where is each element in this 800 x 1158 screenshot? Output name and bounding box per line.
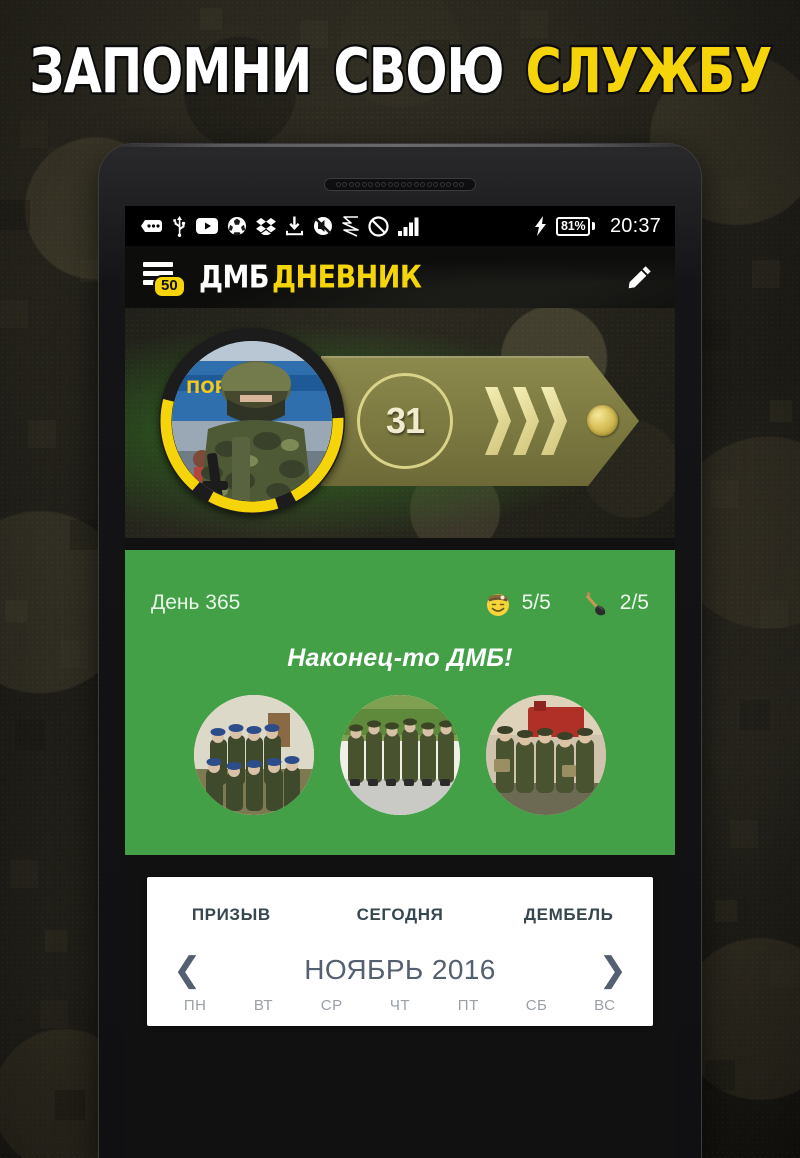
rank-chevron-1 xyxy=(485,387,511,455)
status-bar: 81% 20:37 xyxy=(125,206,675,246)
battery-nub xyxy=(592,222,595,230)
mute-icon xyxy=(313,216,333,236)
charging-bolt-icon xyxy=(535,216,547,236)
tab-prizyv[interactable]: ПРИЗЫВ xyxy=(147,895,316,931)
day-photo-gallery xyxy=(125,681,675,855)
do-not-disturb-icon xyxy=(368,215,389,237)
day-photo-2[interactable] xyxy=(340,695,460,815)
hamburger-menu-button[interactable]: 50 xyxy=(141,255,187,299)
day-summary-card[interactable]: День 365 5/5 2/5 Наконец-то ДМБ! xyxy=(125,550,675,855)
work-value: 2/5 xyxy=(619,591,649,614)
dropbox-icon xyxy=(256,217,276,235)
weekday-tue: ВТ xyxy=(253,997,273,1014)
youtube-icon xyxy=(196,218,218,234)
avatar[interactable]: ПОРТ xyxy=(159,328,345,514)
rank-epaulette[interactable]: 31 xyxy=(321,356,639,486)
calendar-tabs: ПРИЗЫВ СЕГОДНЯ ДЕМБЕЛЬ xyxy=(147,895,653,931)
mood-smiley-icon xyxy=(486,594,509,616)
calendar-month-nav: ❮ НОЯБРЬ 2016 ❯ xyxy=(147,931,653,991)
chevron-left-icon[interactable]: ❮ xyxy=(173,953,202,987)
app-bar: 50 ДМБ ДНЕВНИК xyxy=(125,246,675,308)
day-note-text: Наконец-то ДМБ! xyxy=(287,644,513,672)
day-summary-row: День 365 5/5 2/5 xyxy=(125,550,675,618)
hero-word-2: СВОЮ xyxy=(332,36,507,108)
message-icon xyxy=(141,218,163,234)
tab-segodnya[interactable]: СЕГОДНЯ xyxy=(316,895,485,931)
hero-word-3: СЛУЖБУ xyxy=(523,36,774,108)
chevron-right-icon[interactable]: ❯ xyxy=(599,953,628,987)
day-photo-3[interactable] xyxy=(486,695,606,815)
level-number: 31 xyxy=(385,400,425,441)
calendar-weekday-header: ПН ВТ СР ЧТ ПТ СБ ВС xyxy=(147,991,653,1026)
usb-icon xyxy=(172,215,187,237)
app-title-part1: ДМБ xyxy=(199,259,270,295)
rank-chevron-3 xyxy=(541,387,567,455)
profile-header: 31 ПОРТ xyxy=(125,308,675,538)
weekday-wed: СР xyxy=(320,997,343,1014)
weekday-sun: ВС xyxy=(594,997,616,1014)
avatar-photo: ПОРТ xyxy=(172,341,332,501)
hero-word-1: ЗАПОМНИ xyxy=(28,36,315,108)
globe-icon xyxy=(227,216,247,236)
battery-percent-label: 81% xyxy=(556,216,591,236)
s-app-icon xyxy=(342,215,359,237)
battery-indicator: 81% xyxy=(556,216,595,236)
weekday-fri: ПТ xyxy=(457,997,479,1014)
work-stat[interactable]: 2/5 xyxy=(581,588,649,618)
calendar-card: ПРИЗЫВ СЕГОДНЯ ДЕМБЕЛЬ ❮ НОЯБРЬ 2016 ❯ П… xyxy=(147,877,653,1026)
weekday-sat: СБ xyxy=(525,997,548,1014)
phone-mockup: 81% 20:37 50 ДМБ ДНЕВНИК 31 ПОРТ День 36… xyxy=(99,144,701,1158)
shovel-icon xyxy=(585,591,605,616)
app-title: ДМБ ДНЕВНИК xyxy=(199,259,422,295)
calendar-month-label: НОЯБРЬ 2016 xyxy=(304,954,496,985)
pencil-edit-icon xyxy=(628,266,651,289)
earpiece-speaker xyxy=(324,178,476,191)
menu-notification-badge: 50 xyxy=(153,275,186,299)
mood-value: 5/5 xyxy=(521,591,551,614)
gold-star-icon xyxy=(587,405,618,436)
signal-bars-icon xyxy=(398,217,420,236)
phone-screen: 81% 20:37 50 ДМБ ДНЕВНИК 31 ПОРТ День 36… xyxy=(125,206,675,1158)
weekday-thu: ЧТ xyxy=(389,997,411,1014)
rank-chevron-2 xyxy=(513,387,539,455)
app-title-part2: ДНЕВНИК xyxy=(272,259,422,295)
level-badge: 31 xyxy=(357,373,453,469)
mood-stat[interactable]: 5/5 xyxy=(483,588,551,618)
day-photo-1[interactable] xyxy=(194,695,314,815)
download-icon xyxy=(285,216,304,236)
status-clock: 20:37 xyxy=(609,214,661,237)
day-counter-label: День 365 xyxy=(151,591,241,614)
weekday-mon: ПН xyxy=(183,997,207,1014)
phone-top-edge xyxy=(109,144,691,147)
hero-headline: ЗАПОМНИ СВОЮ СЛУЖБУ xyxy=(0,39,800,105)
edit-entry-button[interactable] xyxy=(623,260,657,294)
tab-dembel[interactable]: ДЕМБЕЛЬ xyxy=(484,895,653,931)
